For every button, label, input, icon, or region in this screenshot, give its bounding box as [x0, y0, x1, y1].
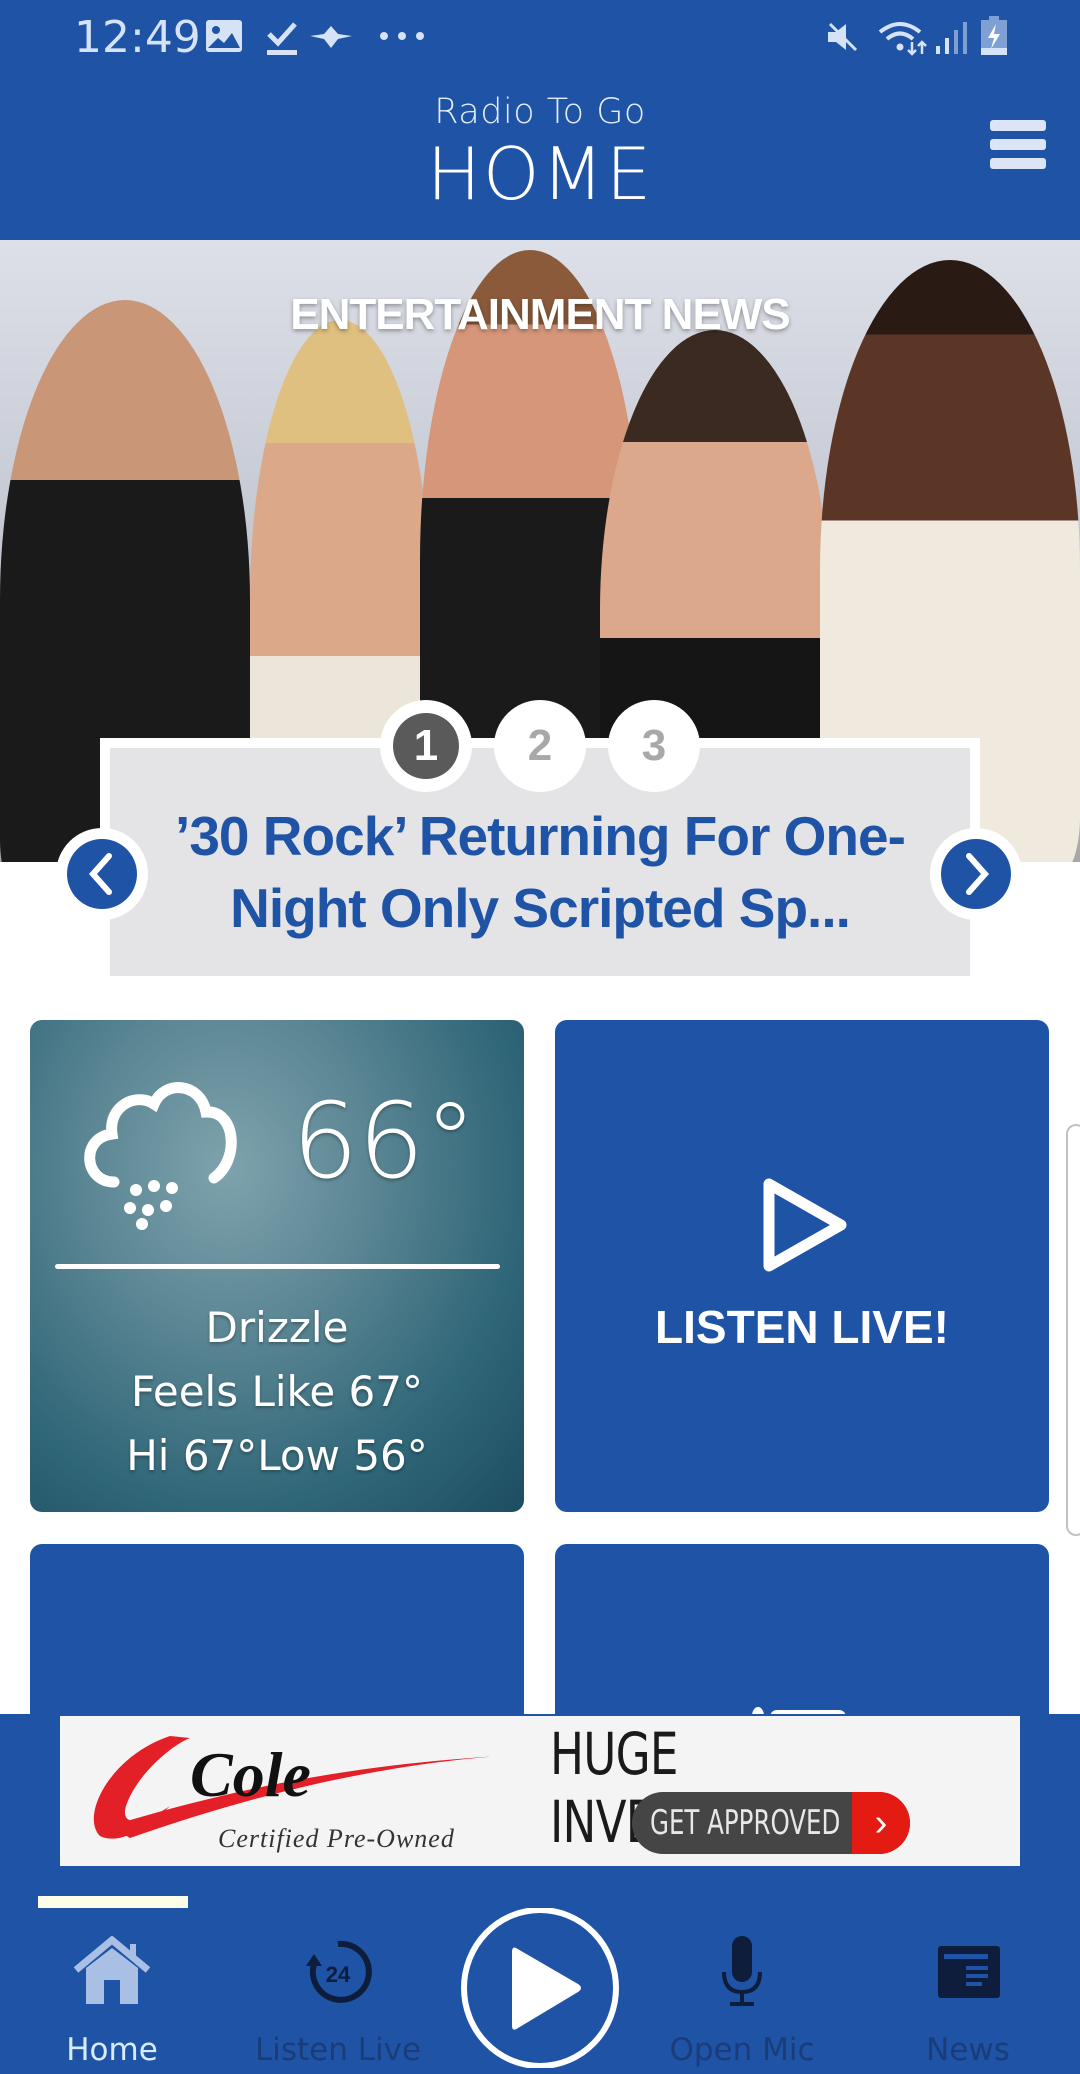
- tab-home-label: Home: [66, 2032, 158, 2068]
- signal-icon: [936, 22, 967, 54]
- weather-condition: Drizzle: [205, 1303, 349, 1352]
- play-circle-button[interactable]: [460, 1907, 620, 2069]
- home-icon: [73, 1936, 151, 2004]
- drizzle-cloud-icon: [84, 1082, 237, 1230]
- status-time: 12:49: [74, 12, 201, 63]
- page-title: HOME: [426, 132, 654, 216]
- svg-text:24: 24: [326, 1962, 351, 1987]
- tab-listen-live[interactable]: 24 Listen Live: [238, 1936, 438, 2068]
- tab-open-mic-label: Open Mic: [669, 2032, 815, 2068]
- download-done-icon: [267, 22, 297, 55]
- chevron-left-icon: [88, 853, 112, 895]
- tab-listen-live-label: Listen Live: [254, 2032, 422, 2068]
- carousel-page-3[interactable]: 3: [608, 700, 700, 792]
- tab-news[interactable]: News: [868, 1936, 1068, 2068]
- status-bar: 12:49: [0, 0, 1080, 76]
- side-panel-handle[interactable]: [1066, 1124, 1080, 1536]
- tab-open-mic[interactable]: Open Mic: [642, 1936, 842, 2068]
- ad-brand: Cole: [190, 1739, 311, 1810]
- newspaper-icon: [938, 1946, 1000, 1998]
- play-circle-icon: [461, 1907, 619, 2069]
- headline-text[interactable]: ’30 Rock’ Returning For One-Night Only S…: [130, 800, 950, 944]
- replay-24-icon: 24: [306, 1940, 372, 2003]
- category-label: ENTERTAINMENT NEWS: [290, 290, 790, 339]
- weather-temperature: 66°: [292, 1080, 477, 1202]
- ad-tagline: Certified Pre-Owned: [218, 1824, 455, 1853]
- app-header: Radio To Go HOME: [0, 76, 1080, 240]
- listen-live-tile[interactable]: LISTEN LIVE!: [555, 1020, 1049, 1512]
- weather-divider: [55, 1264, 500, 1269]
- battery-charging-icon: [981, 16, 1007, 55]
- wifi-icon: [878, 22, 927, 56]
- tab-home[interactable]: Home: [12, 1936, 212, 2068]
- ad-cta-label: GET APPROVED: [650, 1803, 841, 1843]
- mute-icon: [828, 22, 858, 52]
- tab-news-label: News: [926, 2032, 1010, 2068]
- ad-cta-button[interactable]: GET APPROVED ›: [632, 1792, 910, 1854]
- ad-cta-arrow-icon: ›: [852, 1792, 910, 1854]
- carousel-prev-button[interactable]: [56, 828, 148, 920]
- carousel-next-button[interactable]: [930, 828, 1022, 920]
- active-tab-indicator: [38, 1896, 188, 1908]
- app-name: Radio To Go: [434, 92, 646, 132]
- more-dots-icon: [380, 32, 424, 40]
- listen-live-label: LISTEN LIVE!: [655, 1301, 949, 1353]
- carousel-page-2[interactable]: 2: [494, 700, 586, 792]
- ad-banner[interactable]: Cole Certified Pre-Owned HUGE INVENTORY …: [60, 1716, 1020, 1866]
- hamburger-menu-icon[interactable]: [990, 120, 1046, 170]
- play-outline-icon: [763, 1178, 847, 1272]
- eagle-app-icon: [310, 26, 352, 48]
- microphone-icon: [722, 1936, 762, 2006]
- gallery-icon: [206, 20, 242, 52]
- weather-tile[interactable]: 66° Drizzle Feels Like 67° Hi 67°Low 56°: [30, 1020, 524, 1512]
- chevron-right-icon: [966, 853, 990, 895]
- weather-feels-like: Feels Like 67°: [131, 1367, 423, 1416]
- weather-hi-low: Hi 67°Low 56°: [126, 1431, 428, 1480]
- carousel-page-1[interactable]: 1: [380, 700, 472, 792]
